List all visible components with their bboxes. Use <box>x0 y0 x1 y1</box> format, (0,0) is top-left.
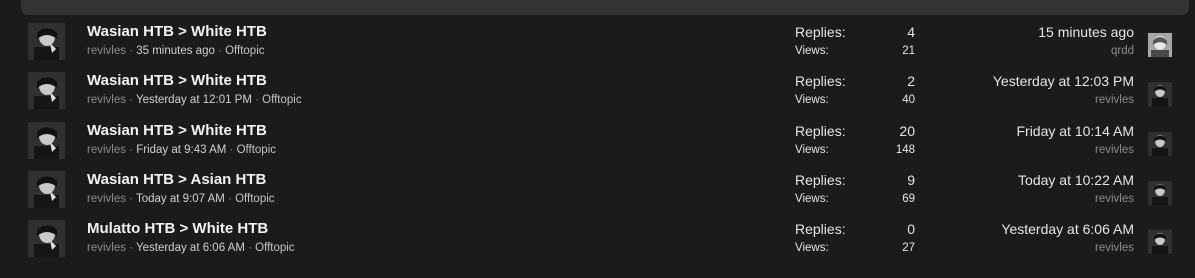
thread-list: Wasian HTB > White HTB revivles · 35 min… <box>0 21 1195 267</box>
thread-row: Wasian HTB > White HTB revivles · 35 min… <box>0 21 1195 70</box>
replies-label: Replies: <box>795 171 846 188</box>
thread-meta: revivles · Today at 9:07 AM · Offtopic <box>87 193 275 205</box>
meta-separator: · <box>251 94 263 107</box>
replies-count: 0 <box>907 221 915 238</box>
thread-title[interactable]: Wasian HTB > Asian HTB <box>87 171 266 188</box>
last-poster-avatar[interactable] <box>1148 180 1172 205</box>
replies-count: 9 <box>907 171 915 188</box>
header-bar <box>21 0 1189 15</box>
thread-stats: Replies: 2 Views: 40 <box>795 73 915 111</box>
last-post: Friday at 10:14 AM revivles <box>1016 123 1134 156</box>
last-poster-avatar[interactable] <box>1148 33 1172 57</box>
last-post-date[interactable]: Yesterday at 6:06 AM <box>1001 221 1134 237</box>
views-count: 21 <box>902 45 915 57</box>
last-post-date[interactable]: Today at 10:22 AM <box>1018 172 1134 188</box>
thread-meta: revivles · Friday at 9:43 AM · Offtopic <box>87 144 276 156</box>
thread-forum[interactable]: Offtopic <box>255 242 294 254</box>
views-count: 69 <box>902 192 915 205</box>
thread-row: Wasian HTB > White HTB revivles · Yester… <box>0 70 1195 119</box>
replies-label: Replies: <box>795 221 846 238</box>
thread-stats: Replies: 20 Views: 148 <box>795 123 915 161</box>
thread-author[interactable]: revivles <box>87 193 126 205</box>
meta-separator: · <box>244 242 256 255</box>
views-label: Views: <box>795 45 829 57</box>
thread-meta: revivles · Yesterday at 12:01 PM · Offto… <box>87 94 302 106</box>
meta-separator: · <box>224 192 236 205</box>
views-count: 40 <box>902 94 915 107</box>
thread-start-date[interactable]: Yesterday at 6:06 AM <box>136 242 245 254</box>
replies-label: Replies: <box>795 73 846 90</box>
last-post-user[interactable]: revivles <box>993 94 1134 106</box>
thread-row: Wasian HTB > White HTB revivles · Friday… <box>0 120 1195 169</box>
thread-author[interactable]: revivles <box>87 94 126 106</box>
last-post-date[interactable]: 15 minutes ago <box>1038 24 1134 40</box>
thread-title[interactable]: Wasian HTB > White HTB <box>87 122 267 139</box>
views-label: Views: <box>795 242 829 255</box>
views-count: 148 <box>895 143 915 156</box>
thread-start-date[interactable]: Yesterday at 12:01 PM <box>136 94 252 106</box>
thread-meta: revivles · 35 minutes ago · Offtopic <box>87 45 265 57</box>
replies-label: Replies: <box>795 122 846 139</box>
thread-author[interactable]: revivles <box>87 144 126 156</box>
thread-title[interactable]: Wasian HTB > White HTB <box>87 72 267 89</box>
last-post-user[interactable]: revivles <box>1018 193 1134 205</box>
meta-separator: · <box>214 45 226 57</box>
author-avatar[interactable] <box>28 72 65 110</box>
last-post-date[interactable]: Yesterday at 12:03 PM <box>993 73 1134 89</box>
thread-stats: Replies: 0 Views: 27 <box>795 221 915 259</box>
thread-row: Wasian HTB > Asian HTB revivles · Today … <box>0 169 1195 218</box>
meta-separator: · <box>125 143 137 156</box>
author-avatar[interactable] <box>28 220 65 258</box>
thread-forum[interactable]: Offtopic <box>225 45 264 57</box>
views-label: Views: <box>795 94 829 107</box>
last-post-date[interactable]: Friday at 10:14 AM <box>1016 123 1134 139</box>
thread-author[interactable]: revivles <box>87 242 126 254</box>
last-post: Yesterday at 12:03 PM revivles <box>993 73 1134 106</box>
last-post: Today at 10:22 AM revivles <box>1018 172 1134 205</box>
author-avatar[interactable] <box>28 23 65 60</box>
thread-forum[interactable]: Offtopic <box>235 193 274 205</box>
thread-start-date[interactable]: Friday at 9:43 AM <box>136 144 226 156</box>
thread-stats: Replies: 4 Views: 21 <box>795 24 915 62</box>
meta-separator: · <box>125 94 136 107</box>
thread-row: Mulatto HTB > White HTB revivles · Yeste… <box>0 218 1195 267</box>
last-poster-avatar[interactable] <box>1148 82 1172 107</box>
replies-count: 4 <box>907 24 915 40</box>
last-post-user[interactable]: revivles <box>1016 144 1134 156</box>
replies-label: Replies: <box>795 24 846 40</box>
last-poster-avatar[interactable] <box>1148 230 1172 255</box>
thread-start-date[interactable]: 35 minutes ago <box>136 45 215 57</box>
thread-stats: Replies: 9 Views: 69 <box>795 172 915 210</box>
meta-separator: · <box>125 242 136 255</box>
meta-separator: · <box>125 45 137 57</box>
thread-title[interactable]: Mulatto HTB > White HTB <box>87 220 268 237</box>
last-post-user[interactable]: revivles <box>1001 242 1134 254</box>
meta-separator: · <box>226 143 237 156</box>
last-post-user[interactable]: qrdd <box>1038 45 1134 57</box>
views-label: Views: <box>795 143 829 156</box>
thread-meta: revivles · Yesterday at 6:06 AM · Offtop… <box>87 242 295 254</box>
thread-title[interactable]: Wasian HTB > White HTB <box>87 23 267 40</box>
thread-start-date[interactable]: Today at 9:07 AM <box>136 193 225 205</box>
meta-separator: · <box>125 192 136 205</box>
author-avatar[interactable] <box>28 170 65 208</box>
thread-forum[interactable]: Offtopic <box>237 144 276 156</box>
last-post: 15 minutes ago qrdd <box>1038 24 1134 57</box>
last-poster-avatar[interactable] <box>1148 131 1172 156</box>
thread-author[interactable]: revivles <box>87 45 126 57</box>
replies-count: 2 <box>907 73 915 90</box>
author-avatar[interactable] <box>28 121 65 159</box>
views-label: Views: <box>795 192 829 205</box>
last-post: Yesterday at 6:06 AM revivles <box>1001 221 1134 254</box>
replies-count: 20 <box>899 122 915 139</box>
thread-forum[interactable]: Offtopic <box>262 94 301 106</box>
views-count: 27 <box>902 242 915 255</box>
